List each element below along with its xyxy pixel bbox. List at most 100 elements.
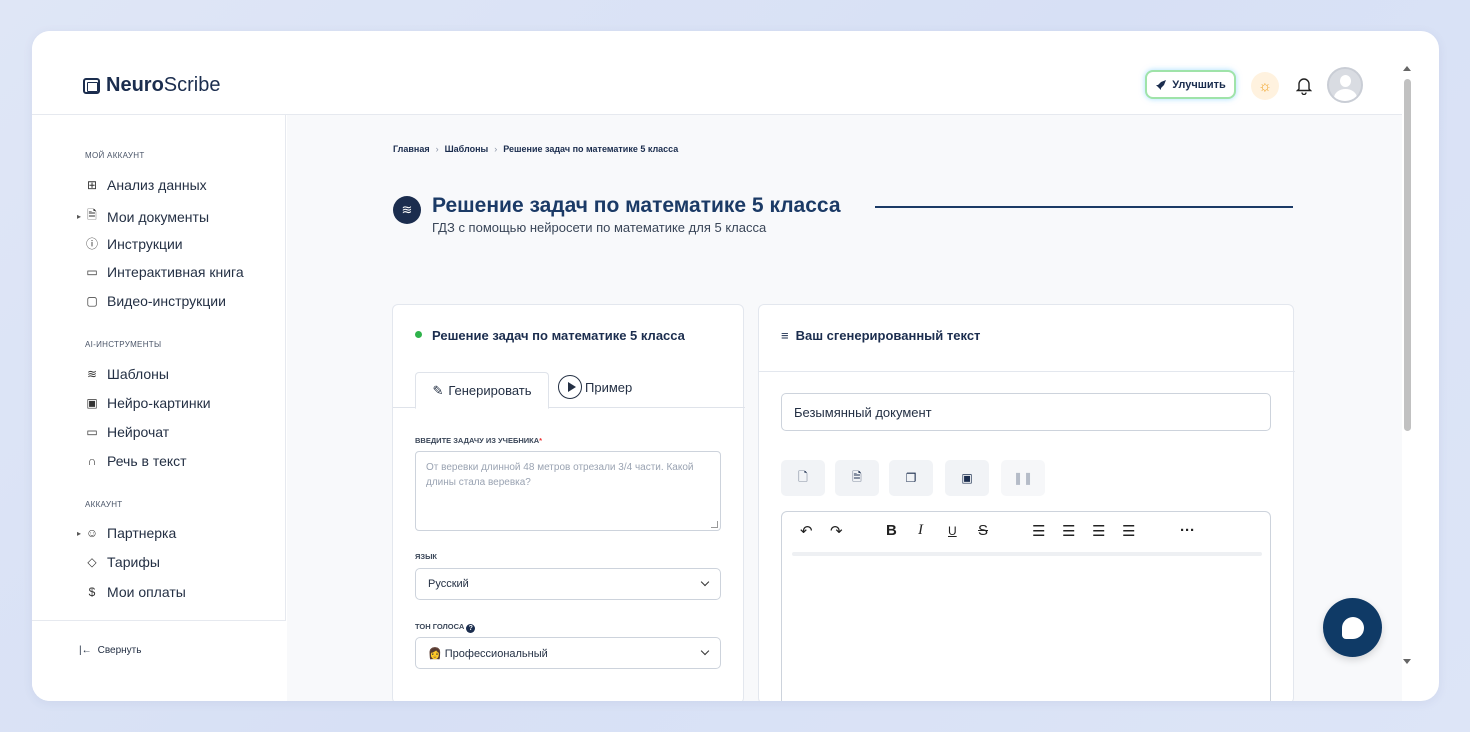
underline-icon[interactable]: U [948,524,957,538]
tab-example[interactable]: Пример [558,372,632,402]
resize-handle-icon[interactable] [711,521,718,528]
sidebar-item-interactive-book[interactable]: ▭ Интерактивная книга [85,264,243,280]
grid-icon: ⊞ [86,178,98,192]
app-window: NeuroScribe Улучшить ☼ МОЙ АККАУНТ ⊞ Ана… [32,31,1439,701]
sidebar-item-my-payments[interactable]: $ Мои оплаты [85,584,186,600]
scroll-up-icon[interactable] [1403,66,1411,71]
layers-icon: ≋ [86,367,98,381]
copy-button[interactable]: ❐ [889,460,933,496]
theme-toggle-sun-icon[interactable]: ☼ [1251,72,1279,100]
save-icon: ▣ [961,471,973,485]
pencil-icon: ✎ [432,382,444,398]
sidebar-item-my-documents[interactable]: ▸ 🗎 Мои документы [77,206,210,227]
help-circle-icon: ⓘ [85,237,98,251]
redo-icon[interactable]: ↷ [830,522,843,540]
tone-value: 👩 Профессиональный [428,647,548,660]
upgrade-button[interactable]: Улучшить [1145,70,1236,99]
headphones-icon: ∩ [87,454,97,468]
scrollbar-thumb[interactable] [1404,79,1411,431]
dollar-icon: $ [88,585,96,599]
align-left-icon[interactable]: ☰ [1032,522,1045,540]
tab-generate[interactable]: ✎ Генерировать [415,372,549,409]
document-name-input[interactable]: Безымянный документ [781,393,1271,431]
breadcrumb-current: Решение задач по математике 5 класса [503,144,679,154]
export-pdf-button[interactable]: 🗎 [835,460,879,496]
tone-label: ТОН ГОЛОСА? [415,622,476,633]
sidebar-item-neurochat[interactable]: ▭ Нейрочат [85,424,169,440]
logo[interactable]: NeuroScribe [83,74,221,97]
sidebar-item-partner[interactable]: ▸ ☺ Партнерка [77,525,176,541]
users-icon: ☺ [85,526,99,540]
language-value: Русский [428,578,469,590]
video-icon: ▢ [86,294,98,308]
sidebar: МОЙ АККАУНТ ⊞ Анализ данных ▸ 🗎 Мои доку… [32,115,286,701]
expand-arrow-icon: ▸ [77,528,82,538]
sidebar-item-label: Нейрочат [107,424,170,440]
file-icon: 🗎 [852,469,862,484]
breadcrumb-home[interactable]: Главная [393,144,430,154]
more-options-icon[interactable]: ··· [1180,522,1195,539]
required-mark: * [539,436,543,445]
sidebar-item-label: Речь в текст [107,453,187,469]
task-label: ВВЕДИТЕ ЗАДАЧУ ИЗ УЧЕБНИКА* [415,436,542,445]
form-card-title-text: Решение задач по математике 5 класса [432,328,685,343]
copy-icon: ❐ [905,471,917,485]
logo-rest: Scribe [163,74,221,96]
sidebar-item-label: Мои оплаты [107,584,186,600]
breadcrumb-separator-icon: › [494,144,498,154]
pause-button[interactable]: ❚❚ [1001,460,1045,496]
text-lines-icon: ≡ [781,328,789,343]
sidebar-item-label: Видео-инструкции [107,293,226,309]
user-avatar[interactable] [1327,67,1363,103]
sidebar-item-data-analysis[interactable]: ⊞ Анализ данных [85,177,207,193]
tag-icon: ◇ [87,555,97,569]
sidebar-item-speech-to-text[interactable]: ∩ Речь в текст [85,453,187,469]
chevron-down-icon [700,577,710,587]
task-textarea[interactable]: От веревки длинной 48 метров отрезали 3/… [415,451,721,531]
sidebar-item-video-instructions[interactable]: ▢ Видео-инструкции [85,293,226,309]
notifications-bell-icon[interactable] [1290,72,1318,100]
save-button[interactable]: ▣ [945,460,989,496]
strikethrough-icon[interactable]: S [978,522,988,539]
logo-bold: Neuro [106,74,164,96]
sidebar-item-label: Анализ данных [107,177,207,193]
undo-icon[interactable]: ↶ [800,522,813,540]
language-label: ЯЗЫК [415,552,438,561]
italic-icon[interactable]: I [918,522,923,539]
align-center-icon[interactable]: ☰ [1062,522,1075,540]
page-title: Решение задач по математике 5 класса [432,194,841,217]
scroll-down-icon[interactable] [1403,659,1411,664]
tone-select[interactable]: 👩 Профессиональный [415,637,721,669]
breadcrumb-templates[interactable]: Шаблоны [445,144,489,154]
pause-icon: ❚❚ [1012,471,1034,485]
page-subtitle: ГДЗ с помощью нейросети по математике дл… [432,220,767,235]
generated-text-title-text: Ваш сгенерированный текст [795,328,981,343]
align-justify-icon[interactable]: ☰ [1122,522,1135,540]
editor-toolbar-divider [792,552,1262,556]
vertical-scrollbar[interactable] [1402,31,1416,701]
language-select[interactable]: Русский [415,568,721,600]
support-chat-button[interactable] [1323,598,1382,657]
collapse-sidebar[interactable]: |← Свернуть [32,620,286,701]
chat-icon: ▭ [86,425,98,439]
bold-icon[interactable]: B [886,522,897,539]
upgrade-label: Улучшить [1172,78,1226,91]
generated-text-header: ≡ Ваш сгенерированный текст [759,305,1295,372]
title-divider [875,206,1293,208]
help-icon[interactable]: ? [466,624,476,633]
sidebar-item-tariffs[interactable]: ◇ Тарифы [85,554,160,570]
sidebar-item-label: Мои документы [107,208,210,225]
text-editor[interactable]: ↶ ↷ B I U S ☰ ☰ ☰ ☰ ··· [781,511,1271,701]
image-icon: ▣ [86,396,98,410]
sidebar-item-neuro-images[interactable]: ▣ Нейро-картинки [85,395,210,411]
chevron-down-icon [700,646,710,656]
align-right-icon[interactable]: ☰ [1092,522,1105,540]
breadcrumb: Главная › Шаблоны › Решение задач по мат… [393,144,678,154]
export-word-button[interactable]: 🗋 [781,460,825,496]
tone-label-text: ТОН ГОЛОСА [415,622,465,631]
sidebar-item-templates[interactable]: ≋ Шаблоны [85,366,169,382]
sidebar-item-instructions[interactable]: ⓘ Инструкции [85,235,183,252]
status-dot [415,331,422,338]
play-circle-icon [558,375,582,399]
sidebar-item-label: Шаблоны [107,366,169,382]
